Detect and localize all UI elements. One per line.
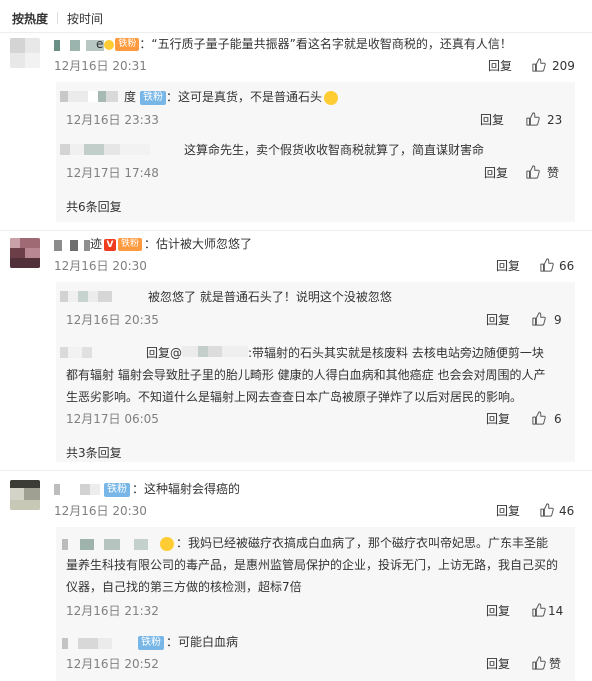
thumbs-up-icon[interactable] — [532, 411, 546, 425]
reply-list: ：我妈已经被磁疗衣搞成白血病了，那个磁疗衣叫帝妃思。广东丰圣能 量养生科技有限公… — [56, 527, 575, 681]
comment-time: 12月16日 20:31 — [54, 59, 147, 73]
like-count: 209 — [552, 59, 575, 73]
comment-divider — [0, 470, 592, 471]
sort-tabs: 按热度 按时间 — [12, 8, 103, 28]
comment-time: 12月16日 20:30 — [54, 504, 147, 518]
laughing-emoji-icon — [160, 536, 174, 551]
comment-divider — [0, 230, 592, 231]
reply-list: 度铁粉 ：这可是真货，不是普通石头 12月16日 23:33 回复 23 这算命先… — [56, 82, 575, 222]
more-replies-link[interactable]: 共6条回复 — [66, 198, 122, 215]
reply-text: 回复@ :带辐射的石头其实就是核废料 去核电站旁边随便剪一块 — [146, 344, 544, 362]
reply-time: 12月16日 23:33 — [66, 113, 159, 127]
username-blurred[interactable] — [62, 638, 112, 649]
username-blurred[interactable] — [60, 291, 112, 302]
iron-fan-badge: 铁粉 — [104, 482, 130, 497]
reply-text: ：我妈已经被磁疗衣搞成白血病了，那个磁疗衣叫帝妃思。广东丰圣能 — [160, 534, 548, 552]
like-count: 9 — [554, 313, 562, 327]
mention-blurred[interactable] — [182, 346, 249, 357]
reply-time: 12月17日 06:05 — [66, 412, 159, 426]
fan-badge: 铁粉 — [115, 38, 140, 51]
thumbs-up-icon[interactable] — [532, 58, 546, 72]
tab-divider — [57, 12, 59, 24]
username-blurred[interactable] — [54, 240, 90, 251]
avatar[interactable] — [10, 238, 40, 268]
username-blurred[interactable] — [54, 484, 100, 495]
reply-button[interactable]: 回复 — [486, 656, 510, 672]
reply-button[interactable]: 回复 — [496, 503, 520, 519]
comment-body: ：“五行质子量子能量共振器”看这名字就是收智商税的，还真有人信！ — [139, 37, 512, 51]
reply-body: ：可能白血病 — [166, 635, 239, 649]
reply-text: 度铁粉 ：这可是真货，不是普通石头 — [124, 88, 339, 106]
laughing-emoji-icon — [324, 90, 339, 105]
reply-time: 12月17日 17:48 — [66, 166, 159, 180]
reply-button[interactable]: 回复 — [488, 58, 512, 74]
reply-button[interactable]: 回复 — [486, 411, 510, 427]
like-count: 23 — [547, 113, 563, 127]
reply-prefix: 回复@ — [146, 346, 183, 360]
tab-sort-hot[interactable]: 按热度 — [12, 10, 48, 27]
reply-body-line2: 都有辐射 辐射会导致肚子里的胎儿畸形 健康的人得白血病和其他癌症 也会会对周围的… — [66, 368, 546, 382]
username-tail: e — [96, 37, 104, 51]
header-divider — [0, 32, 592, 33]
thumbs-up-icon[interactable] — [540, 503, 554, 517]
verified-v-icon: V — [104, 238, 117, 251]
iron-fan-badge: 铁粉 — [140, 90, 167, 105]
reply-button[interactable]: 回复 — [480, 112, 504, 128]
comment-text: e 铁粉 ：“五行质子量子能量共振器”看这名字就是收智商税的，还真有人信！ — [96, 35, 512, 53]
comment-text: 迹 V 铁粉 ：估计被大师忽悠了 — [90, 235, 252, 253]
smile-emoji-icon — [104, 39, 115, 50]
comment-body: ：这种辐射会得癌的 — [132, 482, 241, 496]
username-tail: 迹 — [90, 237, 103, 251]
reply-time: 12月16日 21:32 — [66, 604, 159, 618]
fan-badge: 铁粉 — [118, 238, 143, 251]
iron-fan-badge: 铁粉 — [138, 635, 164, 650]
like-count: 46 — [559, 504, 575, 518]
thumbs-up-icon[interactable] — [526, 112, 540, 126]
reply-button[interactable]: 回复 — [484, 165, 508, 181]
like-label: 赞 — [549, 657, 562, 671]
reply-body-line3: 仪器，自己找的第三方做的核检测，超标7倍 — [66, 580, 302, 594]
reply-text: 被忽悠了 就是普通石头了！说明这个没被忽悠 — [148, 290, 392, 304]
reply-body-line3: 生恶劣影响。不知道什么是辐射上网去查查日本广岛被原子弹炸了以后对居民的影响。 — [66, 390, 523, 404]
thumbs-up-icon[interactable] — [540, 258, 554, 272]
comment-text: 铁粉 ：这种辐射会得癌的 — [104, 480, 240, 498]
avatar[interactable] — [10, 480, 40, 510]
like-count: 6 — [554, 412, 562, 426]
more-replies-link[interactable]: 共3条回复 — [66, 444, 122, 461]
reply-body: ：这可是真货，不是普通石头 — [166, 90, 323, 104]
reply-button[interactable]: 回复 — [486, 603, 510, 619]
username-blurred[interactable] — [60, 144, 150, 155]
username-blurred[interactable] — [62, 539, 148, 550]
username-blurred[interactable] — [60, 91, 118, 102]
reply-time: 12月16日 20:35 — [66, 313, 159, 327]
reply-button[interactable]: 回复 — [496, 258, 520, 274]
thumbs-up-icon[interactable] — [532, 603, 546, 617]
reply-body-line1: ：我妈已经被磁疗衣搞成白血病了，那个磁疗衣叫帝妃思。广东丰圣能 — [176, 536, 549, 550]
like-count: 66 — [559, 259, 575, 273]
username-tail: 度 — [124, 90, 137, 104]
reply-text: 铁粉 ：可能白血病 — [138, 633, 238, 651]
like-label: 赞 — [547, 166, 560, 180]
like-count: 14 — [548, 604, 564, 618]
reply-body-line1: :带辐射的石头其实就是核废料 去核电站旁边随便剪一块 — [248, 346, 544, 360]
reply-body-line2: 量养生科技有限公司的毒产品，是惠州监管局保护的企业，投诉无门，上访无路，我自己买… — [66, 558, 559, 572]
comment-time: 12月16日 20:30 — [54, 259, 147, 273]
avatar[interactable] — [10, 38, 40, 68]
reply-button[interactable]: 回复 — [486, 312, 510, 328]
reply-list: 被忽悠了 就是普通石头了！说明这个没被忽悠 12月16日 20:35 回复 9 … — [56, 282, 575, 462]
reply-time: 12月16日 20:52 — [66, 657, 159, 671]
tab-sort-time[interactable]: 按时间 — [67, 10, 103, 27]
username-blurred[interactable] — [60, 347, 92, 358]
comment-body: ：估计被大师忽悠了 — [144, 237, 253, 251]
thumbs-up-icon[interactable] — [532, 656, 546, 670]
thumbs-up-icon[interactable] — [532, 312, 546, 326]
thumbs-up-icon[interactable] — [526, 165, 540, 179]
reply-text: 这算命先生，卖个假货收收智商税就算了，简直谋财害命 — [184, 143, 485, 157]
